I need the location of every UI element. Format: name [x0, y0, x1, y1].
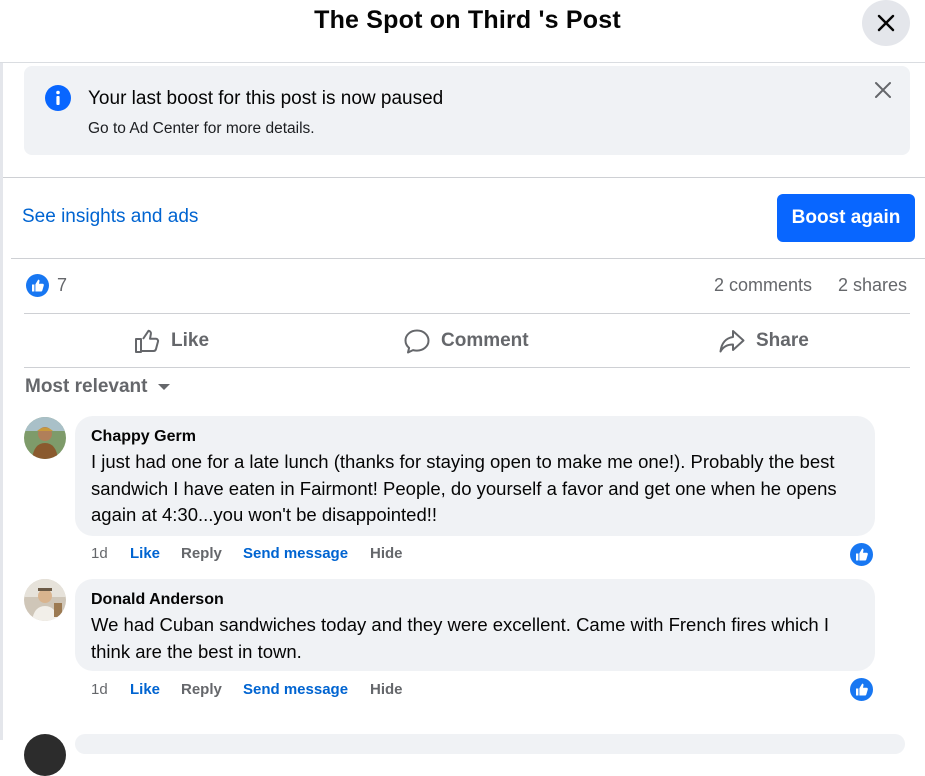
avatar[interactable] — [24, 734, 66, 776]
comment-text: I just had one for a late lunch (thanks … — [91, 451, 837, 525]
share-label: Share — [756, 330, 809, 351]
dialog-title: The Spot on Third 's Post — [314, 6, 621, 34]
comment-reply-button[interactable]: Reply — [181, 681, 222, 698]
sort-label: Most relevant — [25, 376, 148, 397]
dialog-header: The Spot on Third 's Post — [0, 0, 925, 63]
thumbs-up-icon — [135, 329, 160, 353]
share-icon — [719, 330, 745, 353]
banner-title: Your last boost for this post is now pau… — [88, 88, 444, 109]
shares-count[interactable]: 2 shares — [838, 275, 907, 296]
like-reaction-icon[interactable] — [26, 274, 49, 297]
divider — [24, 313, 910, 314]
comment-bubble: Donald Anderson We had Cuban sandwiches … — [75, 579, 875, 671]
comment-bubble — [75, 734, 905, 754]
comment-icon — [404, 329, 430, 354]
see-insights-link[interactable]: See insights and ads — [22, 206, 198, 228]
comment-like-reaction-icon[interactable] — [849, 542, 874, 567]
comment-like-reaction-icon[interactable] — [849, 677, 874, 702]
hide-comment-button[interactable]: Hide — [370, 545, 403, 562]
send-message-button[interactable]: Send message — [243, 681, 348, 698]
share-button[interactable]: Share — [718, 325, 809, 357]
sort-dropdown[interactable]: Most relevant — [25, 376, 172, 398]
comment-author[interactable]: Chappy Germ — [91, 428, 196, 446]
comment-text: We had Cuban sandwiches today and they w… — [91, 614, 829, 662]
avatar[interactable] — [24, 579, 66, 621]
comment-bubble: Chappy Germ I just had one for a late lu… — [75, 416, 875, 536]
comment-like-button[interactable]: Like — [130, 545, 160, 562]
dialog-left-edge — [0, 0, 3, 740]
divider — [11, 258, 925, 259]
boost-again-button[interactable]: Boost again — [777, 194, 915, 242]
comment-reply-button[interactable]: Reply — [181, 545, 222, 562]
like-label: Like — [171, 330, 210, 351]
hide-comment-button[interactable]: Hide — [370, 681, 403, 698]
close-icon — [875, 82, 891, 98]
divider — [24, 367, 910, 368]
close-icon — [877, 14, 895, 32]
info-icon — [45, 85, 71, 111]
like-button[interactable]: Like — [133, 325, 209, 357]
boost-paused-banner: Your last boost for this post is now pau… — [24, 66, 910, 155]
comment-author[interactable]: Donald Anderson — [91, 591, 224, 609]
banner-subtitle: Go to Ad Center for more details. — [88, 120, 315, 137]
reaction-count[interactable]: 7 — [57, 275, 67, 296]
comment-label: Comment — [441, 330, 529, 351]
banner-close-button[interactable] — [872, 79, 894, 101]
comments-count[interactable]: 2 comments — [714, 275, 812, 296]
avatar[interactable] — [24, 417, 66, 459]
close-dialog-button[interactable] — [862, 0, 910, 46]
comment-time[interactable]: 1d — [91, 545, 108, 562]
send-message-button[interactable]: Send message — [243, 545, 348, 562]
comment-like-button[interactable]: Like — [130, 681, 160, 698]
comment-time[interactable]: 1d — [91, 681, 108, 698]
divider — [3, 177, 925, 178]
comment-button[interactable]: Comment — [403, 325, 529, 357]
caret-down-icon — [158, 384, 171, 390]
